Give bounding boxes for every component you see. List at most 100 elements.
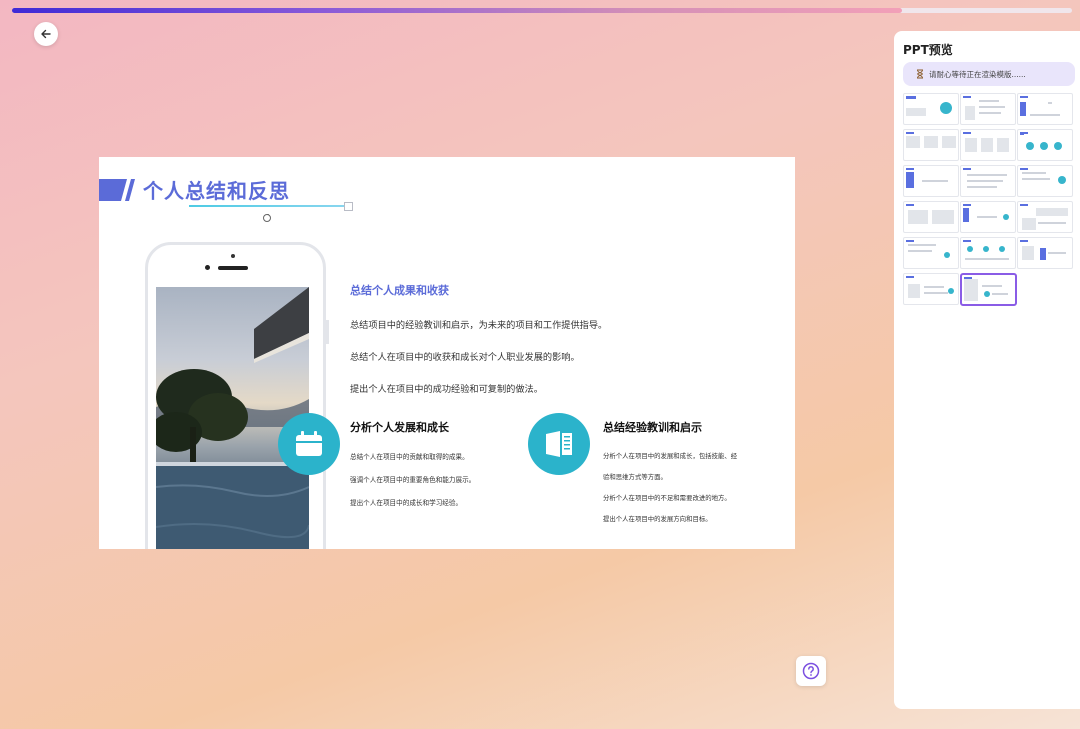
phone-screen-image <box>156 287 309 549</box>
slide-title[interactable]: 个人总结和反思 <box>143 175 290 204</box>
thumbnail-element <box>906 96 916 99</box>
thumbnail-element <box>1040 248 1046 260</box>
section1-body[interactable]: 总结项目中的经验教训和启示，为未来的项目和工作提供指导。 总结个人在项目中的收获… <box>350 302 607 414</box>
thumbnail-element <box>908 284 920 298</box>
thumbnail-element <box>965 138 977 152</box>
thumbnail-header-mark <box>963 96 971 98</box>
slide-thumbnail[interactable] <box>1017 129 1073 161</box>
slide-thumbnail[interactable] <box>903 201 959 233</box>
thumbnail-header-mark <box>906 276 914 278</box>
thumbnail-element <box>979 112 1001 114</box>
title-decoration <box>99 179 135 201</box>
slide-thumbnail[interactable] <box>903 237 959 269</box>
slide-thumbnail[interactable] <box>960 129 1016 161</box>
thumbnail-header-mark <box>906 204 914 206</box>
thumbnail-element <box>908 250 932 252</box>
thumbnail-element <box>979 106 1005 108</box>
thumbnail-element <box>948 288 954 294</box>
thumbnail-element <box>906 108 926 116</box>
thumbnail-element <box>1038 222 1066 224</box>
slide-thumbnail[interactable] <box>903 93 959 125</box>
title-underline <box>189 205 349 207</box>
thumbnail-element <box>997 138 1009 152</box>
slide-thumbnail[interactable] <box>903 165 959 197</box>
thumbnail-header-mark <box>906 168 914 170</box>
phone-side-button <box>326 320 329 344</box>
thumbnail-element <box>1036 208 1068 216</box>
book-icon <box>546 431 572 457</box>
thumbnail-element <box>977 216 997 218</box>
thumbnail-header-mark <box>1020 168 1028 170</box>
phone-speaker <box>218 266 248 270</box>
ppt-preview-panel: PPT预览 请耐心等待正在渲染模版...... <box>894 31 1080 709</box>
arrow-left-icon <box>41 29 51 39</box>
slide-thumbnail[interactable] <box>1017 201 1073 233</box>
render-progress-bar <box>12 8 1072 13</box>
section3-line: 提出个人在项目中的发展方向和目标。 <box>603 514 712 523</box>
thumbnail-element <box>967 246 973 252</box>
thumbnail-header-mark <box>963 204 971 206</box>
slide-thumbnail[interactable] <box>903 129 959 161</box>
slide-thumbnail[interactable] <box>1017 165 1073 197</box>
thumbnail-element <box>1040 142 1048 150</box>
thumbnail-element <box>967 174 1007 176</box>
hourglass-icon <box>917 69 923 79</box>
thumbnail-header-mark <box>906 132 914 134</box>
render-status-text: 请耐心等待正在渲染模版...... <box>929 69 1026 79</box>
slide-thumbnail[interactable] <box>960 201 1016 233</box>
thumbnail-element <box>944 252 950 258</box>
thumbnail-element <box>1020 132 1024 135</box>
thumbnail-header-mark <box>1020 204 1028 206</box>
slide-thumbnail[interactable] <box>1017 237 1073 269</box>
thumbnail-header-mark <box>963 240 971 242</box>
section1-heading[interactable]: 总结个人成果和收获 <box>350 282 449 298</box>
slide-thumbnail[interactable] <box>960 273 1017 306</box>
slide-thumbnail[interactable] <box>1017 93 1073 125</box>
section3-line: 分析个人在项目中的发展和成长，包括技能、经 <box>603 451 738 460</box>
thumbnail-element <box>1022 218 1036 230</box>
section1-line: 总结项目中的经验教训和启示，为未来的项目和工作提供指导。 <box>350 320 608 331</box>
back-button[interactable] <box>34 22 58 46</box>
calendar-icon <box>296 431 322 456</box>
section3-body[interactable]: 分析个人在项目中的发展和成长，包括技能、经 验和思维方式等方面。 分析个人在项目… <box>603 440 737 535</box>
thumbnail-element <box>1003 214 1009 220</box>
section1-line: 总结个人在项目中的收获和成长对个人职业发展的影响。 <box>350 352 580 363</box>
thumbnail-element <box>942 136 956 148</box>
slide-thumbnail[interactable] <box>960 93 1016 125</box>
thumbnail-element <box>924 136 938 148</box>
panel-title: PPT预览 <box>903 43 953 57</box>
thumbnail-element <box>1026 142 1034 150</box>
phone-sensor <box>205 265 210 270</box>
section2-heading[interactable]: 分析个人发展和成长 <box>350 419 449 435</box>
section3-line: 验和思维方式等方面。 <box>603 472 667 481</box>
thumbnail-element <box>963 208 969 222</box>
selection-handle[interactable] <box>344 202 353 211</box>
slide-thumbnail[interactable] <box>960 165 1016 197</box>
help-button[interactable] <box>796 656 826 686</box>
thumbnail-element <box>908 244 936 246</box>
section3-heading[interactable]: 总结经验教训和启示 <box>603 419 702 435</box>
thumbnail-element <box>1020 102 1026 116</box>
thumbnail-element <box>1022 178 1050 180</box>
rotate-icon[interactable] <box>262 213 272 223</box>
thumbnail-header-mark <box>963 132 971 134</box>
thumbnail-element <box>906 172 914 188</box>
phone-mockup <box>145 242 329 549</box>
thumbnail-element <box>984 291 990 297</box>
thumbnail-element <box>965 106 975 120</box>
thumbnail-element <box>999 246 1005 252</box>
slide-thumbnail[interactable] <box>960 237 1016 269</box>
thumbnail-header-mark <box>906 240 914 242</box>
section2-line: 强调个人在项目中的重要角色和能力展示。 <box>350 475 476 484</box>
thumbnail-element <box>964 279 978 301</box>
section3-line: 分析个人在项目中的不足和需要改进的地方。 <box>603 493 731 502</box>
slide-thumbnail[interactable] <box>903 273 959 305</box>
section2-line: 总结个人在项目中的贡献和取得的成果。 <box>350 452 469 461</box>
thumbnail-element <box>924 286 944 288</box>
thumbnail-element <box>924 292 948 294</box>
slide-canvas[interactable]: 个人总结和反思 总结个人成果和收获 总结项目中的经验教训和启示，为未来的项目和工… <box>99 157 795 549</box>
thumbnail-element <box>940 102 952 114</box>
thumbnail-element <box>981 138 993 152</box>
thumbnail-element <box>908 210 928 224</box>
section2-body[interactable]: 总结个人在项目中的贡献和取得的成果。 强调个人在项目中的重要角色和能力展示。 提… <box>350 440 475 521</box>
